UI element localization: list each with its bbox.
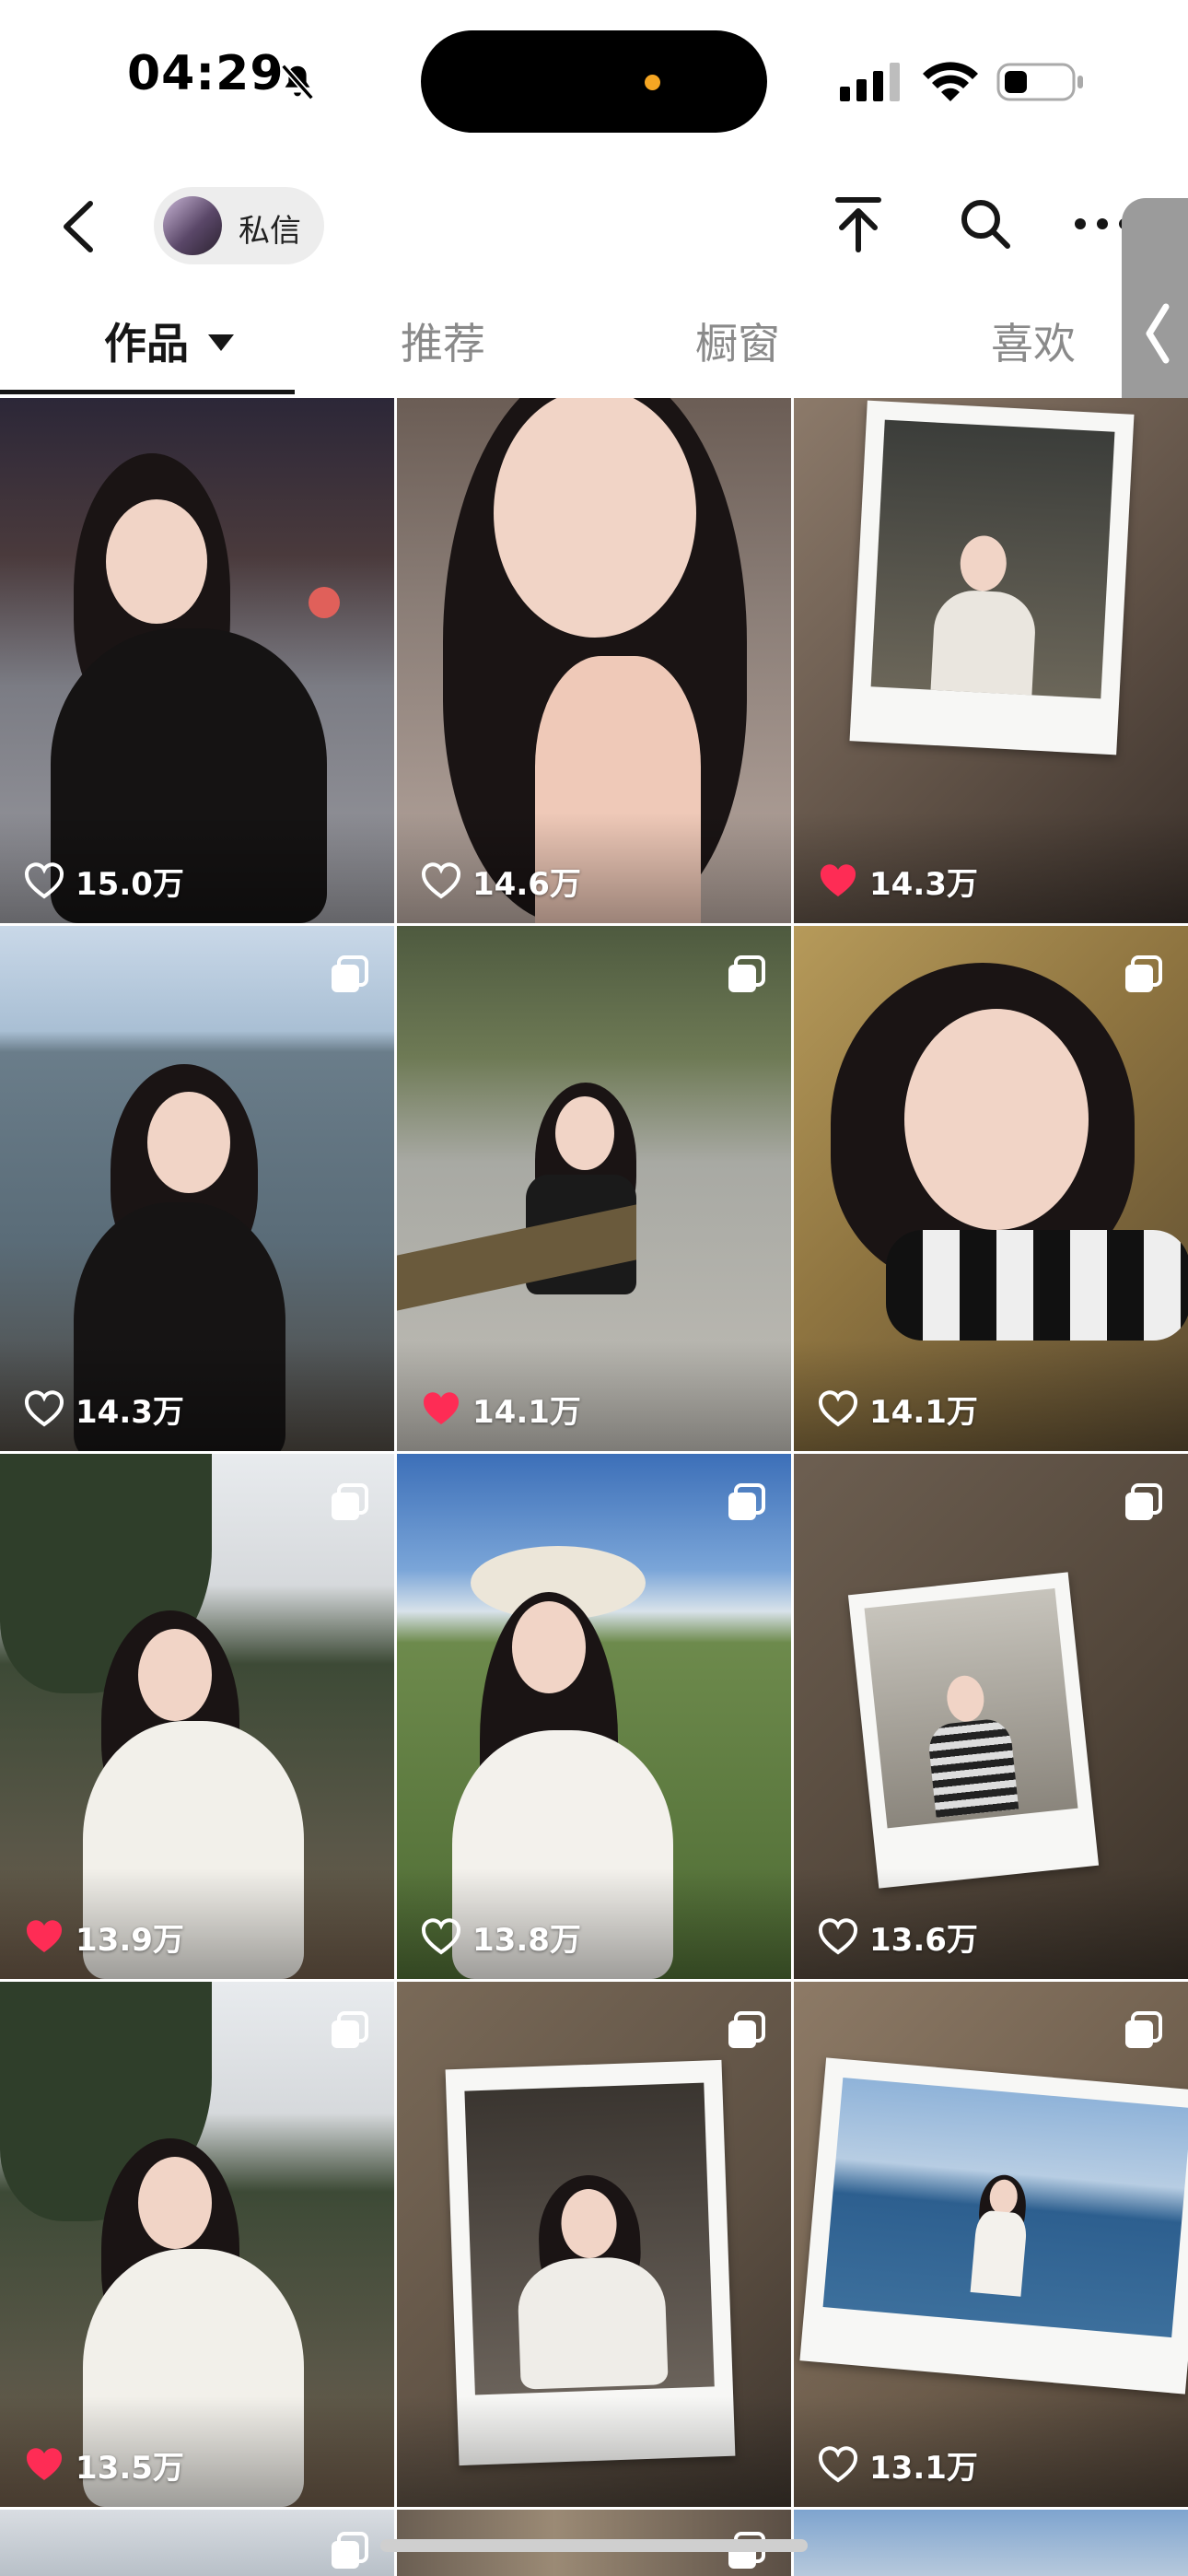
tab-likes[interactable]: 喜欢 (991, 310, 1076, 371)
heart-filled-icon (26, 2448, 63, 2480)
dynamic-island (421, 30, 767, 133)
multi-image-icon (1125, 1483, 1162, 1520)
heart-filled-icon (820, 864, 856, 896)
profile-tabs: 作品 推荐 橱窗 喜欢 (0, 290, 1188, 396)
video-tile[interactable]: 13.1万 (794, 1982, 1188, 2507)
video-tile[interactable]: 13.8万 (397, 1454, 791, 1979)
video-tile[interactable]: 15.0万 (0, 398, 394, 923)
multi-image-icon (332, 2011, 368, 2048)
heart-filled-icon (423, 1392, 460, 1424)
tab-showcase[interactable]: 橱窗 (695, 310, 780, 371)
like-count: 14.6万 (421, 861, 581, 903)
like-count: 14.3万 (818, 861, 978, 903)
heart-outline-icon (422, 862, 460, 899)
multi-image-icon (1125, 2011, 1162, 2048)
direct-message-button[interactable]: 私信 (154, 187, 324, 264)
back-icon[interactable] (53, 194, 105, 259)
heart-outline-icon (819, 1918, 857, 1955)
video-tile[interactable] (397, 1982, 791, 2507)
direct-message-label: 私信 (239, 213, 301, 250)
heart-outline-icon (422, 1918, 460, 1955)
video-tile[interactable]: 14.1万 (794, 926, 1188, 1451)
video-tile[interactable]: 14.3万 (0, 926, 394, 1451)
multi-image-icon (728, 2011, 765, 2048)
caret-down-icon[interactable] (208, 334, 234, 351)
heart-outline-icon (819, 1390, 857, 1427)
active-tab-indicator (0, 390, 295, 394)
heart-outline-icon (819, 2446, 857, 2483)
like-count: 14.3万 (24, 1388, 184, 1431)
profile-nav-bar: 私信 (0, 161, 1188, 290)
avatar (163, 196, 222, 255)
like-count: 14.1万 (421, 1388, 581, 1431)
share-icon[interactable] (831, 193, 886, 257)
video-tile[interactable]: 13.6万 (794, 1454, 1188, 1979)
multi-image-icon (728, 955, 765, 992)
signal-icon (840, 63, 900, 101)
video-tile[interactable]: 13.5万 (0, 1982, 394, 2507)
video-tile[interactable] (794, 2510, 1188, 2576)
status-bar: 04:29 (0, 0, 1188, 161)
heart-outline-icon (25, 862, 64, 899)
like-count: 13.6万 (818, 1916, 978, 1959)
multi-image-icon (332, 1483, 368, 1520)
multi-image-icon (728, 1483, 765, 1520)
multi-image-icon (1125, 955, 1162, 992)
video-tile[interactable]: 14.1万 (397, 926, 791, 1451)
like-count: 13.9万 (24, 1916, 184, 1959)
video-tile[interactable]: 14.3万 (794, 398, 1188, 923)
bell-slash-icon (281, 64, 314, 100)
video-tile[interactable]: 13.9万 (0, 1454, 394, 1979)
like-count: 15.0万 (24, 861, 184, 903)
battery-icon (996, 63, 1083, 101)
video-tile[interactable] (0, 2510, 394, 2576)
heart-filled-icon (26, 1920, 63, 1952)
search-icon[interactable] (958, 196, 1013, 252)
wifi-icon (923, 62, 978, 101)
like-count: 13.5万 (24, 2444, 184, 2487)
home-indicator[interactable] (380, 2539, 808, 2552)
tab-recommend[interactable]: 推荐 (401, 310, 485, 371)
camera-indicator-dot (645, 75, 660, 90)
multi-image-icon (332, 2532, 368, 2569)
tab-works[interactable]: 作品 (104, 310, 189, 371)
status-time: 04:29 (127, 46, 285, 101)
like-count: 13.1万 (818, 2444, 978, 2487)
heart-outline-icon (25, 1390, 64, 1427)
video-tile[interactable]: 14.6万 (397, 398, 791, 923)
multi-image-icon (332, 955, 368, 992)
like-count: 14.1万 (818, 1388, 978, 1431)
like-count: 13.8万 (421, 1916, 581, 1959)
